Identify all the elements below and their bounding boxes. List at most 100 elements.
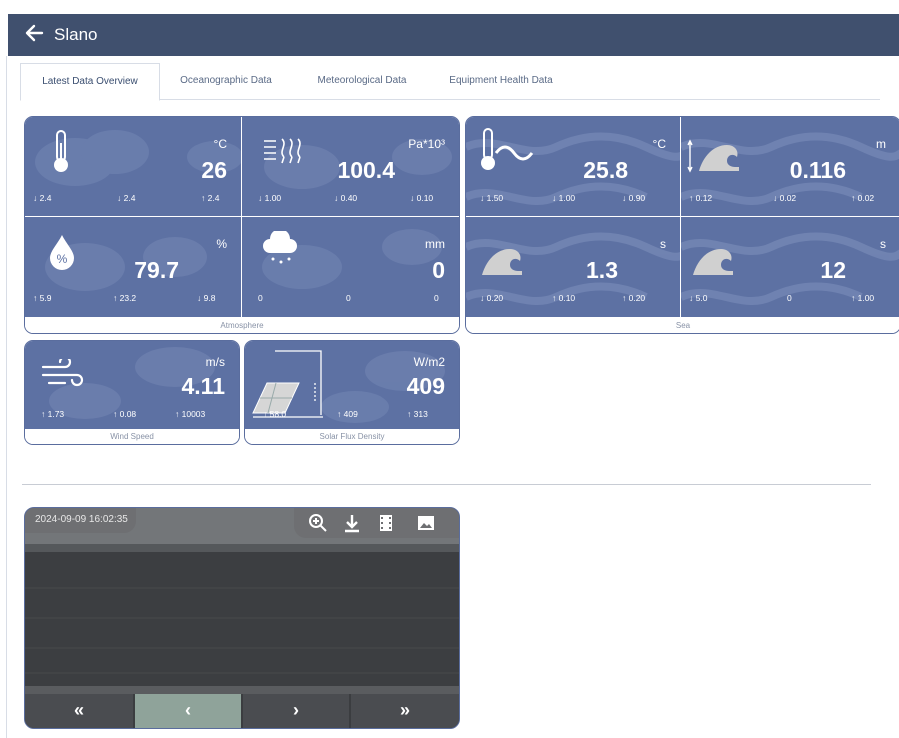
first-frame-button[interactable]: «: [25, 694, 133, 728]
water-temperature-stat-3: ↓ 0.90: [622, 193, 646, 203]
temperature-card[interactable]: °C 26 ↓ 2.4 ↓ 2.4 ↑ 2.4: [25, 117, 241, 216]
camera-timestamp: 2024-09-09 16:02:35: [25, 508, 136, 533]
pressure-value: 100.4: [337, 157, 395, 183]
solar-flux-value: 409: [406, 373, 445, 399]
sea-label: Sea: [466, 319, 899, 333]
wave-direction-card[interactable]: s 12 ↓ 5.0 0 ↑ 1.00: [681, 217, 899, 317]
wave-direction-stat-2: 0: [787, 293, 792, 303]
rainfall-unit: mm: [425, 237, 445, 251]
humidity-unit: %: [216, 237, 227, 251]
wave-height-stat-3: ↑ 0.02: [851, 193, 875, 203]
temperature-stat-2: ↓ 2.4: [117, 193, 136, 203]
temperature-unit: °C: [213, 137, 227, 151]
wave-direction-value: 12: [820, 257, 846, 283]
solar-flux-card[interactable]: W/m2 409 ↑ 58.0 ↑ 409 ↑ 313: [245, 341, 459, 429]
rainfall-stat-2: 0: [346, 293, 351, 303]
camera-toolbar: [294, 508, 459, 538]
wave-icon: [691, 245, 747, 282]
wave-height-stat-1: ↑ 0.12: [689, 193, 713, 203]
wind-speed-stat-3: ↑ 10003: [175, 409, 206, 419]
water-temperature-card[interactable]: °C 25.8 ↓ 1.50 ↓ 1.00 ↓ 0.90: [466, 117, 680, 216]
wave-period-stat-2: ↑ 0.10: [552, 293, 576, 303]
thermometer-icon: [51, 129, 71, 180]
water-temperature-stat-1: ↓ 1.50: [480, 193, 504, 203]
page-title: Slano: [54, 25, 98, 44]
humidity-stat-2: ↑ 23.2: [113, 293, 137, 303]
humidity-card[interactable]: % % 79.7 ↑ 5.9 ↑ 23.2 ↓ 9.8: [25, 217, 241, 317]
rainfall-stat-3: 0: [434, 293, 439, 303]
section-divider: [22, 484, 871, 485]
header-bar: Slano: [8, 14, 899, 56]
rainfall-card[interactable]: mm 0 0 0 0: [242, 217, 459, 317]
wave-direction-stat-3: ↑ 1.00: [851, 293, 875, 303]
humidity-stat-1: ↑ 5.9: [33, 293, 52, 303]
wind-icon: [41, 355, 87, 394]
atmosphere-label: Atmosphere: [25, 319, 459, 333]
wave-direction-unit: s: [880, 237, 886, 251]
temperature-stat-3: ↑ 2.4: [201, 193, 220, 203]
wave-height-card[interactable]: m 0.116 ↑ 0.12 ↓ 0.02 ↑ 0.02: [681, 117, 899, 216]
wind-speed-value: 4.11: [181, 373, 226, 399]
wave-direction-stat-1: ↓ 5.0: [689, 293, 708, 303]
rain-cloud-icon: [262, 229, 300, 270]
humidity-stat-3: ↓ 9.8: [197, 293, 216, 303]
pressure-stat-2: ↓ 0.40: [334, 193, 358, 203]
solar-flux-stat-1: ↑ 58.0: [263, 409, 287, 419]
camera-viewer: 2024-09-09 16:02:35 « ‹ › »: [24, 507, 460, 729]
rainfall-value: 0: [432, 257, 445, 283]
wave-period-icon: [480, 245, 536, 282]
next-frame-button[interactable]: ›: [243, 694, 349, 728]
wind-speed-stat-2: ↑ 0.08: [113, 409, 137, 419]
camera-navigation: « ‹ › »: [25, 694, 459, 728]
atmosphere-group: °C 26 ↓ 2.4 ↓ 2.4 ↑ 2.4 Pa*10³ 100.4 ↓ 1…: [24, 116, 460, 334]
temperature-value: 26: [201, 157, 227, 183]
wave-period-unit: s: [660, 237, 666, 251]
tab-meteorological-data[interactable]: Meteorological Data: [300, 63, 424, 99]
wind-speed-unit: m/s: [205, 355, 225, 369]
last-frame-button[interactable]: »: [351, 694, 459, 728]
solar-flux-label: Solar Flux Density: [245, 430, 459, 444]
sea-group: °C 25.8 ↓ 1.50 ↓ 1.00 ↓ 0.90 m 0.116 ↑ 0…: [465, 116, 899, 334]
temperature-stat-1: ↓ 2.4: [33, 193, 52, 203]
svg-text:%: %: [57, 252, 68, 266]
water-temperature-unit: °C: [652, 137, 666, 151]
wave-period-value: 1.3: [586, 257, 618, 283]
pressure-unit: Pa*10³: [408, 137, 445, 151]
wind-speed-label: Wind Speed: [25, 430, 239, 444]
image-icon[interactable]: [416, 513, 436, 533]
tab-oceanographic-data[interactable]: Oceanographic Data: [166, 63, 286, 99]
humidity-value: 79.7: [134, 257, 179, 283]
rainfall-stat-1: 0: [258, 293, 263, 303]
zoom-in-icon[interactable]: [308, 513, 328, 533]
wind-speed-card[interactable]: m/s 4.11 ↑ 1.73 ↑ 0.08 ↑ 10003: [25, 341, 239, 429]
download-icon[interactable]: [342, 513, 362, 533]
tab-equipment-health-data[interactable]: Equipment Health Data: [436, 63, 566, 99]
film-icon[interactable]: [376, 513, 396, 533]
wind-speed-group: m/s 4.11 ↑ 1.73 ↑ 0.08 ↑ 10003 Wind Spee…: [24, 340, 240, 445]
page-left-border: [6, 56, 7, 738]
solar-flux-stat-2: ↑ 409: [337, 409, 358, 419]
previous-frame-button[interactable]: ‹: [135, 694, 241, 728]
wind-speed-stat-1: ↑ 1.73: [41, 409, 65, 419]
solar-flux-stat-3: ↑ 313: [407, 409, 428, 419]
solar-flux-unit: W/m2: [413, 355, 445, 369]
water-temperature-value: 25.8: [583, 157, 628, 183]
pressure-icon: [262, 137, 306, 174]
tab-latest-data-overview[interactable]: Latest Data Overview: [20, 63, 160, 101]
humidity-drop-icon: %: [47, 233, 77, 276]
wave-period-stat-3: ↑ 0.20: [622, 293, 646, 303]
wave-height-value: 0.116: [789, 157, 846, 183]
pressure-card[interactable]: Pa*10³ 100.4 ↓ 1.00 ↓ 0.40 ↓ 0.10: [242, 117, 459, 216]
water-temperature-stat-2: ↓ 1.00: [552, 193, 576, 203]
wave-height-unit: m: [876, 137, 886, 151]
pressure-stat-1: ↓ 1.00: [258, 193, 282, 203]
arrow-left-icon[interactable]: [24, 23, 44, 48]
tab-bar: Latest Data Overview Oceanographic Data …: [20, 63, 880, 101]
pressure-stat-3: ↓ 0.10: [410, 193, 434, 203]
water-temperature-icon: [480, 127, 534, 178]
wave-height-stat-2: ↓ 0.02: [773, 193, 797, 203]
wave-height-icon: [687, 139, 743, 180]
wave-period-stat-1: ↓ 0.20: [480, 293, 504, 303]
wave-period-card[interactable]: s 1.3 ↓ 0.20 ↑ 0.10 ↑ 0.20: [466, 217, 680, 317]
solar-flux-group: W/m2 409 ↑ 58.0 ↑ 409 ↑ 313 Solar Flux D…: [244, 340, 460, 445]
